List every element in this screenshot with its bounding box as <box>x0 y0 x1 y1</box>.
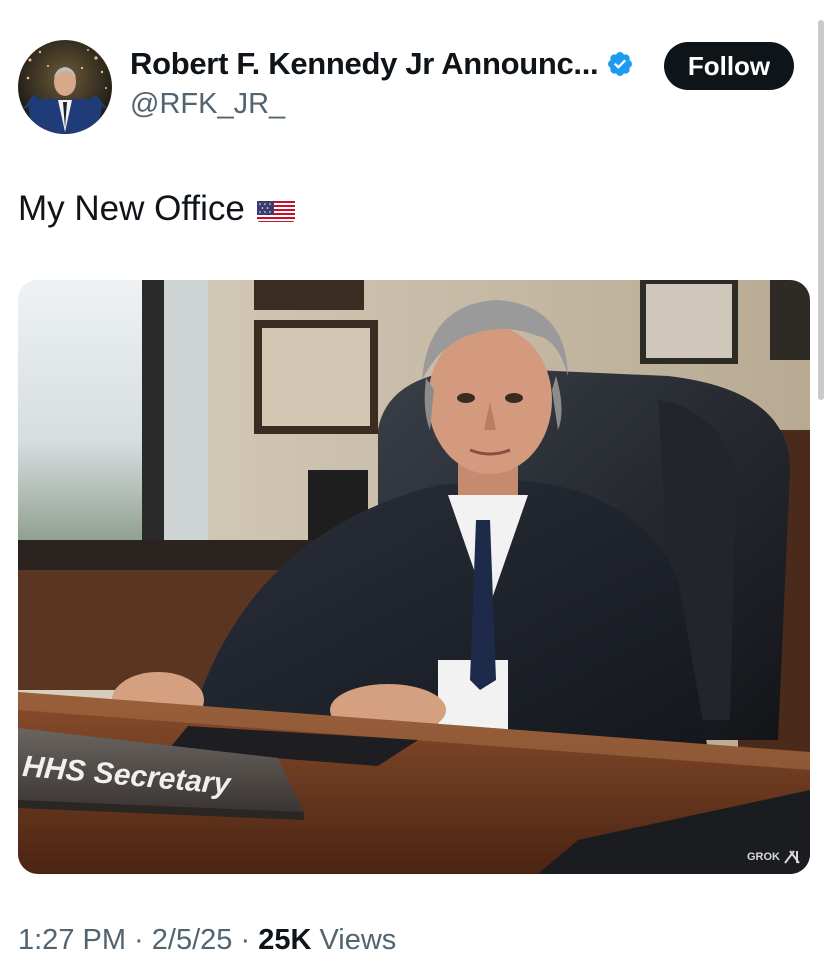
tweet-time[interactable]: 1:27 PM <box>18 924 126 956</box>
tweet-meta: 1:27 PM · 2/5/25 · 25K Views <box>18 924 396 957</box>
author-name[interactable]: Robert F. Kennedy Jr Announc... <box>130 46 599 82</box>
follow-button[interactable]: Follow <box>664 42 794 90</box>
tweet-text: My New Office <box>18 189 295 229</box>
watermark-text: GROK <box>747 851 780 863</box>
author-handle[interactable]: @RFK_JR_ <box>130 88 285 121</box>
avatar-image <box>18 40 112 134</box>
views-count[interactable]: 25K <box>258 924 311 956</box>
meta-separator: · <box>126 924 152 956</box>
tweet-media-image[interactable]: HHS Secretary GROK <box>18 280 810 874</box>
tweet-text-content: My New Office <box>18 189 245 228</box>
avatar[interactable] <box>18 40 112 134</box>
author-name-row[interactable]: Robert F. Kennedy Jr Announc... <box>130 46 634 82</box>
scrollbar[interactable] <box>818 20 824 400</box>
us-flag-icon <box>256 196 295 222</box>
tweet-date[interactable]: 2/5/25 <box>152 924 233 956</box>
grok-watermark: GROK <box>747 850 800 864</box>
views-label: Views <box>311 924 397 956</box>
grok-logo-icon <box>784 850 800 864</box>
verified-badge-icon <box>608 52 633 76</box>
meta-separator: · <box>232 924 259 956</box>
